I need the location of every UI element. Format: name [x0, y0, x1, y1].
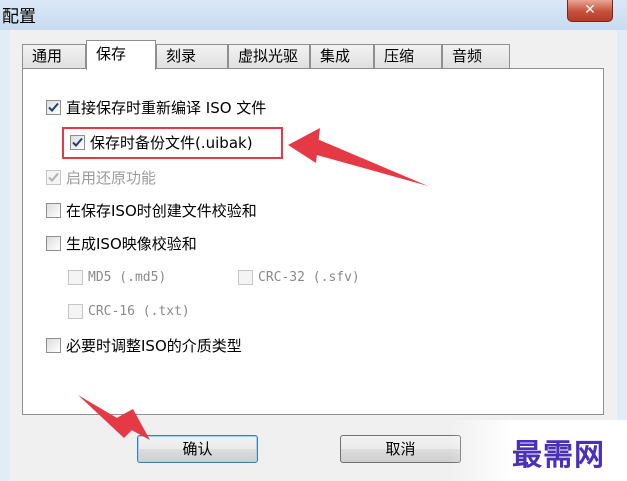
arrow-to-backup-option: [288, 128, 428, 186]
tab-save[interactable]: 保存: [86, 40, 156, 70]
watermark-logo: 最需网: [512, 438, 605, 473]
tab-label: 保存: [96, 45, 127, 63]
annotation-arrows: [78, 128, 428, 440]
arrow-to-ok-button: [78, 395, 150, 440]
config-dialog: 配置 ✕ 通用 保存 刻录 虚拟光驱 集成 压缩 音频 直接保存时重新编译 IS…: [0, 0, 627, 481]
